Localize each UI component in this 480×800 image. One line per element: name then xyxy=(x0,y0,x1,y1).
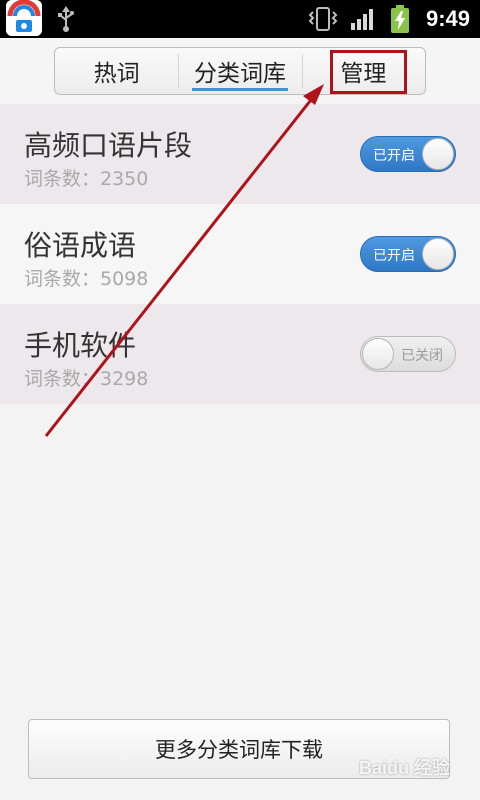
enable-toggle[interactable]: 已开启 xyxy=(360,136,456,172)
toggle-knob xyxy=(362,338,394,370)
battery-charging-icon xyxy=(390,5,410,33)
list-item-count: 词条数：5098 xyxy=(24,268,149,290)
toggle-label: 已关闭 xyxy=(401,348,443,364)
category-list: 高频口语片段 词条数：2350 已开启 俗语成语 词条数：5098 已开启 手机… xyxy=(0,104,480,404)
toggle-label: 已开启 xyxy=(373,248,415,264)
tab-bar-area: 热词 分类词库 管理 xyxy=(0,38,480,105)
enable-toggle[interactable]: 已开启 xyxy=(360,236,456,272)
enable-toggle[interactable]: 已关闭 xyxy=(360,336,456,372)
toggle-knob xyxy=(422,138,454,170)
app-icon[interactable] xyxy=(6,0,42,36)
tab-label: 热词 xyxy=(93,61,140,87)
list-item[interactable]: 手机软件 词条数：3298 已关闭 xyxy=(0,304,480,404)
vibrate-icon xyxy=(308,6,338,32)
toggle-label: 已开启 xyxy=(373,148,415,164)
annotation-highlight-box xyxy=(330,50,407,94)
list-item-title: 手机软件 xyxy=(24,329,137,362)
list-item[interactable]: 俗语成语 词条数：5098 已开启 xyxy=(0,204,480,304)
usb-icon xyxy=(56,6,76,32)
list-item-title: 俗语成语 xyxy=(24,229,137,262)
toggle-knob xyxy=(422,238,454,270)
tab-label: 分类词库 xyxy=(193,61,286,87)
status-time: 9:49 xyxy=(425,6,470,31)
list-item-title: 高频口语片段 xyxy=(24,129,193,162)
tab-category-library[interactable]: 分类词库 xyxy=(178,48,301,94)
list-item-count: 词条数：2350 xyxy=(24,168,149,190)
active-tab-indicator xyxy=(192,88,288,91)
status-bar: 9:49 xyxy=(0,0,480,38)
signal-icon xyxy=(350,8,376,30)
tab-hot-words[interactable]: 热词 xyxy=(55,48,178,94)
list-item-count: 词条数：3298 xyxy=(24,368,149,390)
baidu-watermark: Baidu 经验 xyxy=(358,758,450,778)
list-item[interactable]: 高频口语片段 词条数：2350 已开启 xyxy=(0,104,480,204)
